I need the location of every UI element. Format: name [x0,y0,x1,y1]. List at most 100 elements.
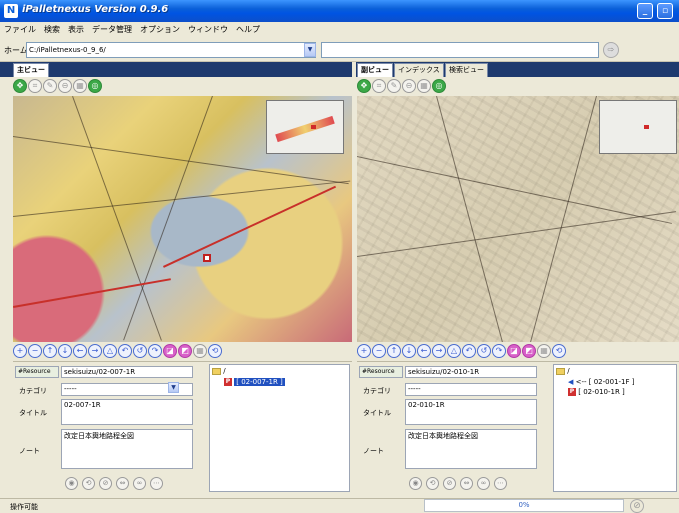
left-icon[interactable]: ← [417,344,431,358]
pallet-badge-icon: P [568,388,576,396]
tree-item[interactable]: P [ 02-007-1R ] [210,377,349,387]
go-icon[interactable]: ⇨ [603,42,619,58]
triangle-icon[interactable]: △ [447,344,461,358]
no-icon[interactable]: ⊖ [58,79,72,93]
crop-icon[interactable]: ⌗ [372,79,386,93]
progress-bar: 0% [424,499,624,512]
sub-map-image[interactable] [357,96,679,342]
menu-search[interactable]: 検索 [40,22,64,38]
note-label: ノート [363,447,384,455]
rotate-ccw-icon[interactable]: ↺ [477,344,491,358]
chain-icon[interactable]: ∞ [133,477,146,490]
tree-root[interactable]: / [554,365,676,377]
sync-icon[interactable]: ⟲ [426,477,439,490]
sync-icon[interactable]: ⟲ [552,344,566,358]
drag-icon[interactable]: ✥ [13,79,27,93]
no-icon[interactable]: ⊘ [99,477,112,490]
menu-window[interactable]: ウィンドウ [184,22,232,38]
right-icon[interactable]: → [432,344,446,358]
note-field[interactable]: 改定日本輿地路程全図 [405,429,537,469]
home-label: ホーム [4,46,28,55]
grid-icon[interactable]: ▦ [417,79,431,93]
crop-icon[interactable]: ⌗ [28,79,42,93]
title-field[interactable]: 02-007-1R [61,399,193,425]
menu-view[interactable]: 表示 [64,22,88,38]
tab-sub-view[interactable]: 副ビュー [357,63,393,77]
main-resource-tree[interactable]: / P [ 02-007-1R ] [209,364,350,492]
minimap[interactable] [266,100,344,154]
zoom-in-icon[interactable]: + [13,344,27,358]
no-icon[interactable]: ⊘ [443,477,456,490]
chevron-down-icon[interactable]: ▼ [304,43,316,57]
note-field[interactable]: 改定日本輿地路程全図 [61,429,193,469]
minimize-button[interactable]: _ [637,3,653,19]
globe-icon[interactable]: ◎ [432,79,446,93]
no-icon[interactable]: ⊖ [402,79,416,93]
globe-icon[interactable]: ◎ [88,79,102,93]
link-icon[interactable]: ⇔ [116,477,129,490]
layer-icon[interactable]: ◪ [507,344,521,358]
pallet-icon[interactable]: ◉ [65,477,78,490]
resource-label: #Resource [359,366,403,378]
left-icon[interactable]: ← [73,344,87,358]
rotate-right-icon[interactable]: ↷ [148,344,162,358]
resource-field[interactable]: sekisuizu/02-007-1R [61,366,193,378]
search-input[interactable] [321,42,599,58]
layers-icon[interactable]: ◩ [522,344,536,358]
link-icon[interactable]: ⇔ [460,477,473,490]
rotate-ccw-icon[interactable]: ↺ [133,344,147,358]
pencil-icon[interactable]: ✎ [43,79,57,93]
menu-file[interactable]: ファイル [0,22,40,38]
chevron-down-icon[interactable]: ▼ [168,382,179,393]
title-field[interactable]: 02-010-1R [405,399,537,425]
triangle-icon[interactable]: △ [103,344,117,358]
more-icon[interactable]: ⋯ [150,477,163,490]
main-properties-panel: #Resource sekisuizu/02-007-1R カテゴリ -----… [13,361,352,494]
zoom-out-icon[interactable]: − [28,344,42,358]
layers-icon[interactable]: ◩ [178,344,192,358]
sub-toolbar: ✥ ⌗ ✎ ⊖ ▦ ◎ [357,77,679,96]
rotate-left-icon[interactable]: ↶ [462,344,476,358]
sync-icon[interactable]: ⟲ [82,477,95,490]
down-icon[interactable]: ↓ [402,344,416,358]
more-icon[interactable]: ⋯ [494,477,507,490]
pencil-icon[interactable]: ✎ [387,79,401,93]
address-input[interactable]: C:/iPalletnexus-0_9_6/ [26,42,316,58]
pallet-badge-icon: P [224,378,232,386]
minimap[interactable] [599,100,677,154]
grid-icon[interactable]: ▦ [73,79,87,93]
menu-help[interactable]: ヘルプ [232,22,264,38]
rotate-right-icon[interactable]: ↷ [492,344,506,358]
chain-icon[interactable]: ∞ [477,477,490,490]
tab-main-view[interactable]: 主ビュー [13,63,49,77]
cancel-icon[interactable]: ⊘ [630,499,644,513]
sync-icon[interactable]: ⟲ [208,344,222,358]
sub-resource-tree[interactable]: / ◀ <-- [ 02-001-1F ] P [ 02-010-1R ] [553,364,677,492]
zoom-out-icon[interactable]: − [372,344,386,358]
rotate-left-icon[interactable]: ↶ [118,344,132,358]
progress-text: 0% [518,501,530,509]
title-label: タイトル [19,409,47,417]
right-icon[interactable]: → [88,344,102,358]
up-icon[interactable]: ↑ [387,344,401,358]
maximize-button[interactable]: ▫ [657,3,673,19]
menu-options[interactable]: オプション [136,22,184,38]
grid-icon[interactable]: ▦ [193,344,207,358]
tab-index[interactable]: インデックス [394,63,444,77]
category-select[interactable]: ----- [405,383,537,396]
up-icon[interactable]: ↑ [43,344,57,358]
zoom-in-icon[interactable]: + [357,344,371,358]
grid-icon[interactable]: ▦ [537,344,551,358]
main-map-image[interactable] [13,96,352,342]
tree-item[interactable]: P [ 02-010-1R ] [554,387,676,397]
tree-item[interactable]: ◀ <-- [ 02-001-1F ] [554,377,676,387]
tree-item-label: [ 02-007-1R ] [234,378,285,386]
menu-data-management[interactable]: データ管理 [88,22,136,38]
layer-icon[interactable]: ◪ [163,344,177,358]
drag-icon[interactable]: ✥ [357,79,371,93]
resource-field[interactable]: sekisuizu/02-010-1R [405,366,537,378]
tab-search-view[interactable]: 検索ビュー [445,63,488,77]
pallet-icon[interactable]: ◉ [409,477,422,490]
tree-root[interactable]: / [210,365,349,377]
down-icon[interactable]: ↓ [58,344,72,358]
